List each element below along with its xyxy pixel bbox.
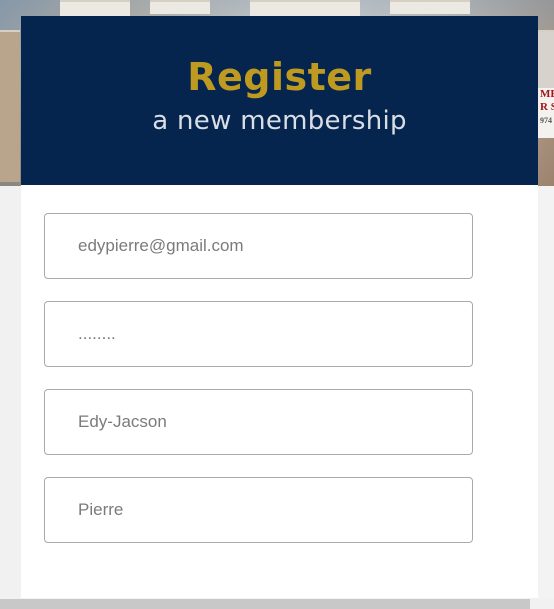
email-field[interactable] xyxy=(44,213,473,279)
last-name-input[interactable] xyxy=(45,478,472,542)
scrollbar-corner xyxy=(530,599,554,609)
register-page: ME R S 974 Register a new membership xyxy=(0,0,554,609)
last-name-field[interactable] xyxy=(44,477,473,543)
first-name-input[interactable] xyxy=(45,390,472,454)
password-input[interactable] xyxy=(45,302,472,366)
background-shop-sign: ME R S 974 xyxy=(537,88,554,138)
first-name-field[interactable] xyxy=(44,389,473,455)
email-input[interactable] xyxy=(45,214,472,278)
password-field[interactable] xyxy=(44,301,473,367)
horizontal-scrollbar[interactable] xyxy=(0,599,530,609)
page-title: Register xyxy=(187,55,372,99)
background-side xyxy=(538,186,554,609)
page-subtitle: a new membership xyxy=(152,106,407,136)
card-header: Register a new membership xyxy=(21,16,538,185)
